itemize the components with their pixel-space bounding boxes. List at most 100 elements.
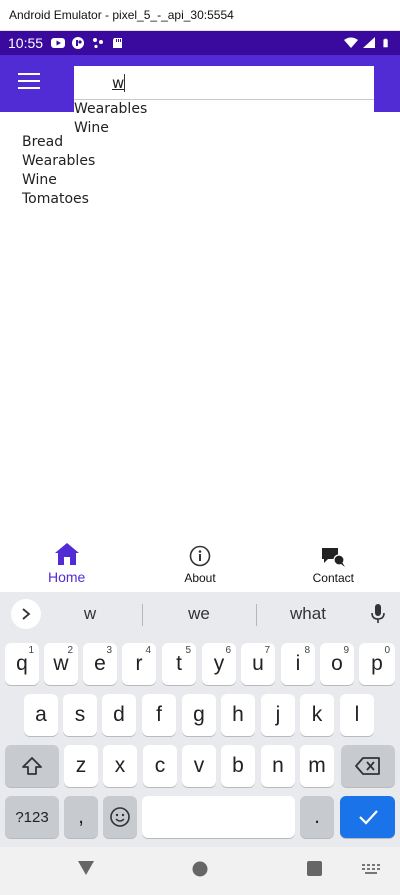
space-bar[interactable] [142,796,295,838]
suggestion-divider [256,604,257,626]
text-caret [124,74,125,92]
status-bar: 10:55 [0,31,400,55]
key-k[interactable]: k [300,694,334,736]
tab-home[interactable]: Home [0,538,133,592]
key-t[interactable]: t5 [162,643,196,685]
youtube-icon [51,38,66,48]
key-hint: 3 [106,645,112,656]
list-item: Wearables [22,153,96,169]
window-title-bar: Android Emulator - pixel_5_-_api_30:5554 [0,0,400,31]
key-q[interactable]: q1 [5,643,39,685]
key-z[interactable]: z [64,745,98,787]
dots-icon [93,38,104,49]
recents-icon[interactable] [307,861,322,876]
system-navigation-bar [0,847,400,895]
search-input-value: w [112,74,125,92]
key-g[interactable]: g [182,694,216,736]
key-l[interactable]: l [340,694,374,736]
tab-about[interactable]: About [133,538,266,592]
key-e[interactable]: e3 [83,643,117,685]
key-c[interactable]: c [143,745,177,787]
chevron-right-icon [22,608,31,620]
key-f[interactable]: f [142,694,176,736]
soft-keyboard: w we what q1 w2 e3 r4 t5 y6 u7 i8 o9 p0 … [0,592,400,847]
key-v[interactable]: v [182,745,216,787]
key-j[interactable]: j [261,694,295,736]
key-hint: 7 [264,645,270,656]
key-d[interactable]: d [102,694,136,736]
bottom-tab-bar: Home About Contact [0,538,400,592]
key-hint: 8 [304,645,310,656]
backspace-key[interactable] [341,745,395,787]
list-item: Bread [22,134,64,150]
key-o[interactable]: o9 [320,643,354,685]
app-notification-icon [72,37,85,49]
emoji-key[interactable] [103,796,137,838]
key-hint: 5 [185,645,191,656]
tab-contact-label: Contact [312,571,354,585]
key-label: y [213,652,225,675]
enter-key[interactable] [340,796,395,838]
list-item: Wine [22,172,57,188]
key-u[interactable]: u7 [241,643,275,685]
keyboard-switch-icon[interactable] [362,864,380,874]
key-p[interactable]: p0 [359,643,395,685]
item-list: Bread Wearables Wine Tomatoes [22,133,95,209]
keyboard-suggestion[interactable]: what [263,604,353,624]
comma-key[interactable]: , [64,796,98,838]
shift-icon [22,757,42,775]
key-label: o [331,652,343,675]
microphone-icon[interactable] [368,603,388,625]
key-label: p [371,652,383,675]
key-r[interactable]: r4 [122,643,156,685]
key-label: e [94,652,106,675]
key-n[interactable]: n [261,745,295,787]
checkmark-icon [358,810,378,825]
wifi-icon [344,37,358,48]
home-circle-icon[interactable] [192,861,208,877]
search-suggestions: Wearables Wine [74,100,374,138]
key-hint: 9 [343,645,349,656]
battery-icon [383,38,388,48]
key-label: r [135,652,143,675]
keyboard-suggestion-strip: w we what [0,592,400,636]
key-s[interactable]: s [63,694,97,736]
tab-about-label: About [184,571,216,585]
key-hint: 2 [67,645,73,656]
suggestion-item[interactable]: Wearables [74,100,374,119]
keyboard-suggestion[interactable]: we [154,604,244,624]
backspace-icon [355,757,380,775]
key-h[interactable]: h [221,694,255,736]
key-x[interactable]: x [103,745,137,787]
suggestion-item[interactable]: Wine [74,119,374,138]
period-key[interactable]: . [300,796,334,838]
hamburger-icon [18,73,40,75]
key-a[interactable]: a [24,694,58,736]
key-label: q [16,652,28,675]
key-label: u [252,652,264,675]
sd-card-icon [113,38,123,48]
tab-home-label: Home [47,569,86,585]
key-hint: 4 [145,645,151,656]
key-label: i [295,652,301,675]
key-label: w [53,652,69,675]
symbols-key[interactable]: ?123 [5,796,59,838]
hamburger-menu-button[interactable] [18,73,40,91]
key-y[interactable]: y6 [202,643,236,685]
back-icon[interactable] [77,860,95,876]
shift-key[interactable] [5,745,59,787]
key-hint: 1 [28,645,34,656]
keyboard-suggestion[interactable]: w [45,604,135,624]
tab-contact[interactable]: Contact [267,538,400,592]
key-b[interactable]: b [221,745,255,787]
key-hint: 6 [225,645,231,656]
key-m[interactable]: m [300,745,334,787]
signal-icon [363,37,375,48]
key-i[interactable]: i8 [281,643,315,685]
list-item: Tomatoes [22,191,89,207]
search-input[interactable]: w [74,66,374,100]
key-w[interactable]: w2 [44,643,78,685]
window-title: Android Emulator - pixel_5_-_api_30:5554 [9,8,234,22]
expand-toolbar-button[interactable] [11,599,41,629]
home-icon [54,543,79,565]
